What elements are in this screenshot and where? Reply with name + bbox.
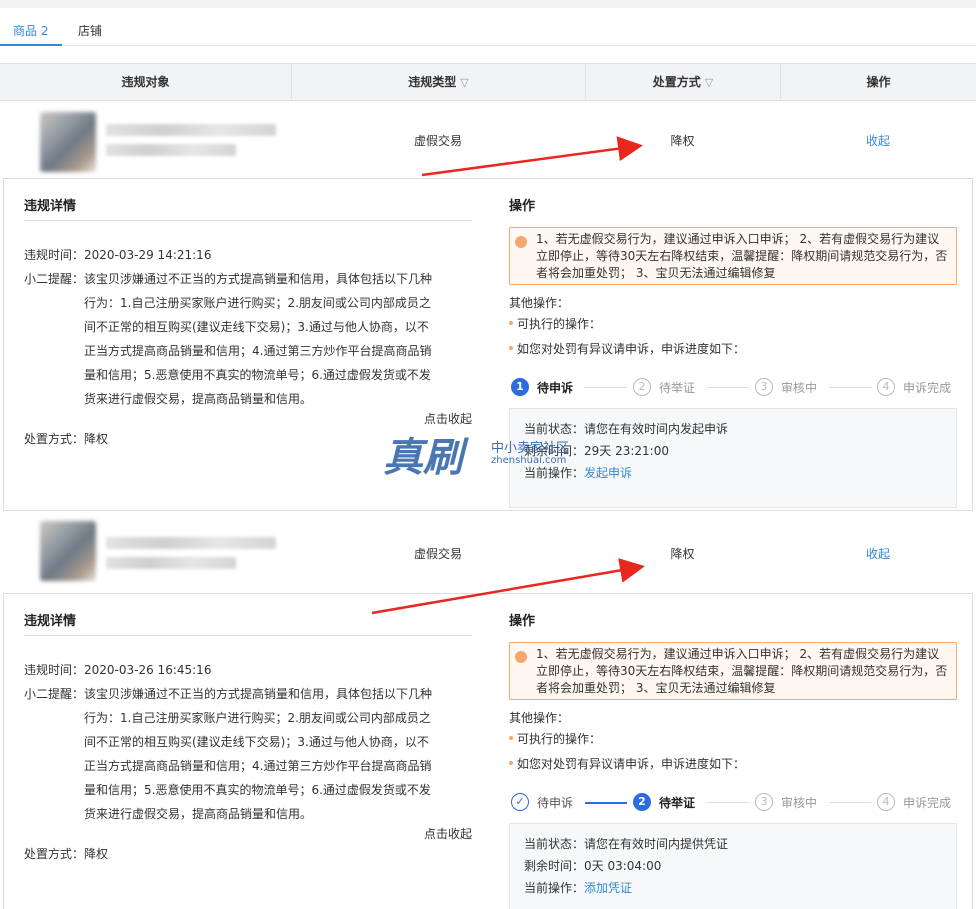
annotation-arrow xyxy=(371,558,645,615)
annotation-arrow xyxy=(421,136,643,177)
watermark-logo: 真刷 中小卖家社区 zhenshuai.com xyxy=(383,434,570,481)
